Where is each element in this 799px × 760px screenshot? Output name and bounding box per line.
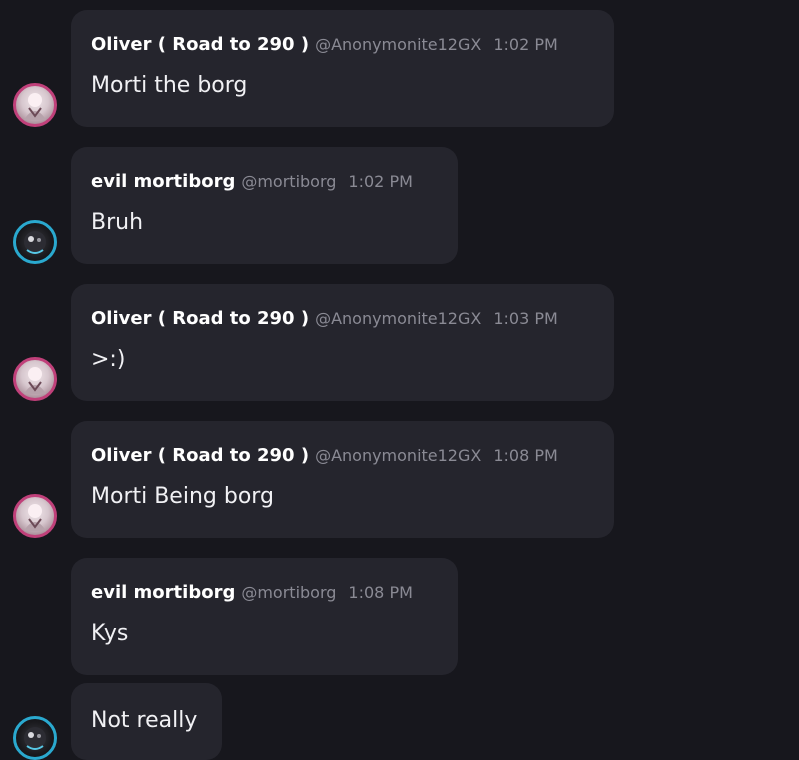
timestamp: 1:03 PM: [493, 309, 558, 328]
author-name[interactable]: Oliver ( Road to 290 ): [91, 445, 309, 466]
message-header: Oliver ( Road to 290 ) @Anonymonite12GX 1:…: [91, 34, 558, 56]
message-text: Morti Being borg: [91, 484, 274, 509]
user-avatar[interactable]: [13, 220, 57, 264]
chat-message: Not really: [0, 683, 799, 760]
timestamp: 1:02 PM: [493, 35, 558, 54]
author-handle[interactable]: @Anonymonite12GX: [315, 309, 481, 328]
message-text: Morti the borg: [91, 73, 248, 98]
message-text: Kys: [91, 621, 129, 646]
timestamp: 1:02 PM: [348, 172, 413, 191]
user-avatar[interactable]: [13, 83, 57, 127]
message-bubble[interactable]: evil mortiborg @mortiborg 1:02 PM Bruh: [71, 147, 458, 264]
author-handle[interactable]: @Anonymonite12GX: [315, 446, 481, 465]
message-bubble[interactable]: evil mortiborg @mortiborg 1:08 PM Kys: [71, 558, 458, 675]
message-bubble[interactable]: Not really: [71, 683, 222, 760]
author-name[interactable]: evil mortiborg: [91, 582, 235, 603]
message-bubble[interactable]: Oliver ( Road to 290 ) @Anonymonite12GX 1:…: [71, 10, 614, 127]
message-header: Oliver ( Road to 290 ) @Anonymonite12GX 1:…: [91, 445, 558, 467]
author-handle[interactable]: @mortiborg: [241, 172, 336, 191]
chat-feed: Oliver ( Road to 290 ) @Anonymonite12GX 1:…: [0, 0, 799, 760]
user-avatar[interactable]: [13, 716, 57, 760]
author-handle[interactable]: @mortiborg: [241, 583, 336, 602]
timestamp: 1:08 PM: [493, 446, 558, 465]
chat-message: evil mortiborg @mortiborg 1:02 PM Bruh: [0, 147, 799, 265]
message-bubble[interactable]: Oliver ( Road to 290 ) @Anonymonite12GX 1:…: [71, 284, 614, 401]
message-text: Not really: [91, 708, 198, 733]
author-name[interactable]: Oliver ( Road to 290 ): [91, 308, 309, 329]
chat-message: Oliver ( Road to 290 ) @Anonymonite12GX 1:…: [0, 284, 799, 402]
chat-message: Oliver ( Road to 290 ) @Anonymonite12GX 1:…: [0, 421, 799, 539]
message-text: >:): [91, 347, 126, 372]
author-name[interactable]: Oliver ( Road to 290 ): [91, 34, 309, 55]
chat-message: Oliver ( Road to 290 ) @Anonymonite12GX 1:…: [0, 10, 799, 128]
message-header: evil mortiborg @mortiborg 1:02 PM: [91, 171, 413, 193]
author-name[interactable]: evil mortiborg: [91, 171, 235, 192]
message-bubble[interactable]: Oliver ( Road to 290 ) @Anonymonite12GX 1:…: [71, 421, 614, 538]
message-text: Bruh: [91, 210, 144, 235]
user-avatar[interactable]: [13, 494, 57, 538]
chat-message: evil mortiborg @mortiborg 1:08 PM Kys: [0, 558, 799, 676]
message-header: Oliver ( Road to 290 ) @Anonymonite12GX 1:…: [91, 308, 558, 330]
author-handle[interactable]: @Anonymonite12GX: [315, 35, 481, 54]
user-avatar[interactable]: [13, 357, 57, 401]
message-header: evil mortiborg @mortiborg 1:08 PM: [91, 582, 413, 604]
timestamp: 1:08 PM: [348, 583, 413, 602]
